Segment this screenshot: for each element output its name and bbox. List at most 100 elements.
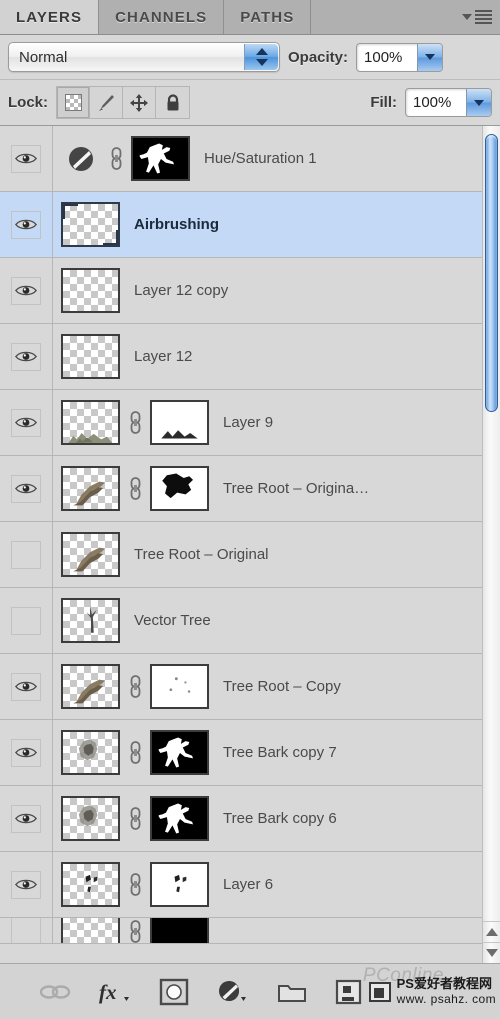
layer-thumbnail[interactable] bbox=[61, 664, 120, 709]
layer-mask-thumbnail[interactable] bbox=[150, 664, 209, 709]
opacity-slider-button[interactable] bbox=[417, 43, 443, 71]
layer-name[interactable]: Layer 6 bbox=[209, 876, 482, 893]
layer-thumbnail[interactable] bbox=[61, 730, 120, 775]
lock-all-button[interactable] bbox=[156, 87, 190, 118]
fill-input[interactable] bbox=[406, 94, 466, 111]
layer-mask-link-icon[interactable] bbox=[108, 146, 124, 172]
layer-list[interactable]: Hue/Saturation 1 Airbrushing Layer 12 copy… bbox=[0, 126, 482, 963]
fill-field[interactable] bbox=[405, 88, 492, 117]
layer-thumbnail[interactable] bbox=[61, 598, 120, 643]
layer-mask-link-icon[interactable] bbox=[127, 872, 143, 898]
layer-visibility-cell[interactable] bbox=[0, 720, 53, 785]
layer-visibility-toggle[interactable] bbox=[11, 474, 41, 503]
layer-row[interactable]: Layer 9 bbox=[0, 390, 482, 456]
layer-visibility-toggle[interactable] bbox=[11, 276, 41, 305]
layer-thumbnail[interactable] bbox=[61, 862, 120, 907]
layer-name[interactable]: Airbrushing bbox=[120, 216, 482, 233]
layer-row[interactable]: Vector Tree bbox=[0, 588, 482, 654]
layer-row[interactable]: Layer 12 copy bbox=[0, 258, 482, 324]
layer-mask-link-icon[interactable] bbox=[127, 919, 143, 944]
layer-visibility-cell[interactable] bbox=[0, 324, 53, 389]
layer-row[interactable]: Layer 6 bbox=[0, 852, 482, 918]
layer-visibility-toggle[interactable] bbox=[11, 342, 41, 371]
layer-mask-thumbnail[interactable] bbox=[150, 796, 209, 841]
layer-mask-link-icon[interactable] bbox=[127, 674, 143, 700]
layer-row[interactable]: Tree Bark copy 6 bbox=[0, 786, 482, 852]
layer-row[interactable]: Tree Root – Copy bbox=[0, 654, 482, 720]
layer-row[interactable]: Tree Root – Original bbox=[0, 522, 482, 588]
layer-name[interactable]: Vector Tree bbox=[120, 612, 482, 629]
layer-thumbnail[interactable] bbox=[61, 202, 120, 247]
layer-name[interactable]: Tree Root – Origina… bbox=[209, 480, 482, 497]
layer-row[interactable]: Airbrushing bbox=[0, 192, 482, 258]
opacity-field[interactable] bbox=[356, 42, 444, 72]
layer-visibility-toggle[interactable] bbox=[11, 210, 41, 239]
blend-mode-stepper[interactable] bbox=[244, 44, 278, 70]
blend-mode-select[interactable]: Normal bbox=[8, 42, 280, 72]
layer-visibility-cell[interactable] bbox=[0, 918, 53, 943]
layer-visibility-cell[interactable] bbox=[0, 390, 53, 455]
layer-visibility-cell[interactable] bbox=[0, 258, 53, 323]
link-layers-button[interactable] bbox=[38, 975, 72, 1009]
scroll-up-button[interactable] bbox=[483, 921, 500, 942]
layer-visibility-toggle[interactable] bbox=[11, 408, 41, 437]
tab-paths[interactable]: PATHS bbox=[224, 0, 312, 34]
layer-visibility-toggle[interactable] bbox=[11, 540, 41, 569]
layer-name[interactable]: Tree Root – Copy bbox=[209, 678, 482, 695]
new-layer-button[interactable] bbox=[334, 975, 364, 1009]
layer-mask-link-icon[interactable] bbox=[127, 410, 143, 436]
layer-visibility-cell[interactable] bbox=[0, 786, 53, 851]
layer-visibility-cell[interactable] bbox=[0, 522, 53, 587]
layer-mask-link-icon[interactable] bbox=[127, 740, 143, 766]
add-layer-mask-button[interactable] bbox=[158, 975, 190, 1009]
layer-mask-link-icon[interactable] bbox=[127, 476, 143, 502]
layer-visibility-toggle[interactable] bbox=[11, 918, 41, 943]
layer-mask-thumbnail[interactable] bbox=[150, 918, 209, 943]
lock-image-pixels-button[interactable] bbox=[90, 87, 124, 118]
layer-visibility-cell[interactable] bbox=[0, 192, 53, 257]
layer-visibility-toggle[interactable] bbox=[11, 870, 41, 899]
layer-list-scrollbar[interactable] bbox=[482, 126, 500, 963]
layer-visibility-toggle[interactable] bbox=[11, 144, 41, 173]
layer-visibility-toggle[interactable] bbox=[11, 804, 41, 833]
layer-thumbnail[interactable] bbox=[61, 918, 120, 943]
adjustment-layer-icon[interactable] bbox=[61, 143, 101, 175]
layer-row[interactable]: Tree Bark copy 7 bbox=[0, 720, 482, 786]
layer-thumbnail[interactable] bbox=[61, 400, 120, 445]
layer-thumbnail[interactable] bbox=[61, 796, 120, 841]
layer-mask-thumbnail[interactable] bbox=[150, 862, 209, 907]
layer-visibility-toggle[interactable] bbox=[11, 606, 41, 635]
layer-thumbnail[interactable] bbox=[61, 334, 120, 379]
layer-name[interactable]: Hue/Saturation 1 bbox=[190, 150, 482, 167]
layer-name[interactable]: Layer 12 copy bbox=[120, 282, 482, 299]
layer-visibility-cell[interactable] bbox=[0, 852, 53, 917]
scroll-down-button[interactable] bbox=[483, 942, 500, 963]
layer-thumbnail[interactable] bbox=[61, 466, 120, 511]
layer-visibility-cell[interactable] bbox=[0, 654, 53, 719]
scrollbar-track[interactable] bbox=[483, 126, 500, 921]
layer-visibility-cell[interactable] bbox=[0, 456, 53, 521]
layer-mask-thumbnail[interactable] bbox=[150, 730, 209, 775]
new-group-button[interactable] bbox=[276, 975, 308, 1009]
layer-name[interactable]: Tree Bark copy 6 bbox=[209, 810, 482, 827]
layer-mask-thumbnail[interactable] bbox=[150, 400, 209, 445]
layer-visibility-toggle[interactable] bbox=[11, 738, 41, 767]
layer-name[interactable]: Layer 12 bbox=[120, 348, 482, 365]
opacity-input[interactable] bbox=[357, 48, 418, 66]
tab-channels[interactable]: CHANNELS bbox=[99, 0, 225, 34]
layer-name[interactable]: Tree Root – Original bbox=[120, 546, 482, 563]
layer-visibility-toggle[interactable] bbox=[11, 672, 41, 701]
layer-row[interactable]: Hue/Saturation 1 bbox=[0, 126, 482, 192]
layer-row[interactable]: Tree Root – Origina… bbox=[0, 456, 482, 522]
layer-thumbnail[interactable] bbox=[61, 268, 120, 313]
new-adjustment-layer-button[interactable] bbox=[216, 975, 250, 1009]
layer-style-button[interactable]: fx bbox=[98, 975, 132, 1009]
layer-visibility-cell[interactable] bbox=[0, 126, 53, 191]
panel-menu-button[interactable] bbox=[454, 0, 500, 34]
layer-row-partial[interactable] bbox=[0, 918, 482, 944]
layer-mask-thumbnail[interactable] bbox=[131, 136, 190, 181]
layer-thumbnail[interactable] bbox=[61, 532, 120, 577]
fill-slider-button[interactable] bbox=[466, 89, 491, 116]
lock-position-button[interactable] bbox=[123, 87, 157, 118]
tab-layers[interactable]: LAYERS bbox=[0, 0, 100, 34]
